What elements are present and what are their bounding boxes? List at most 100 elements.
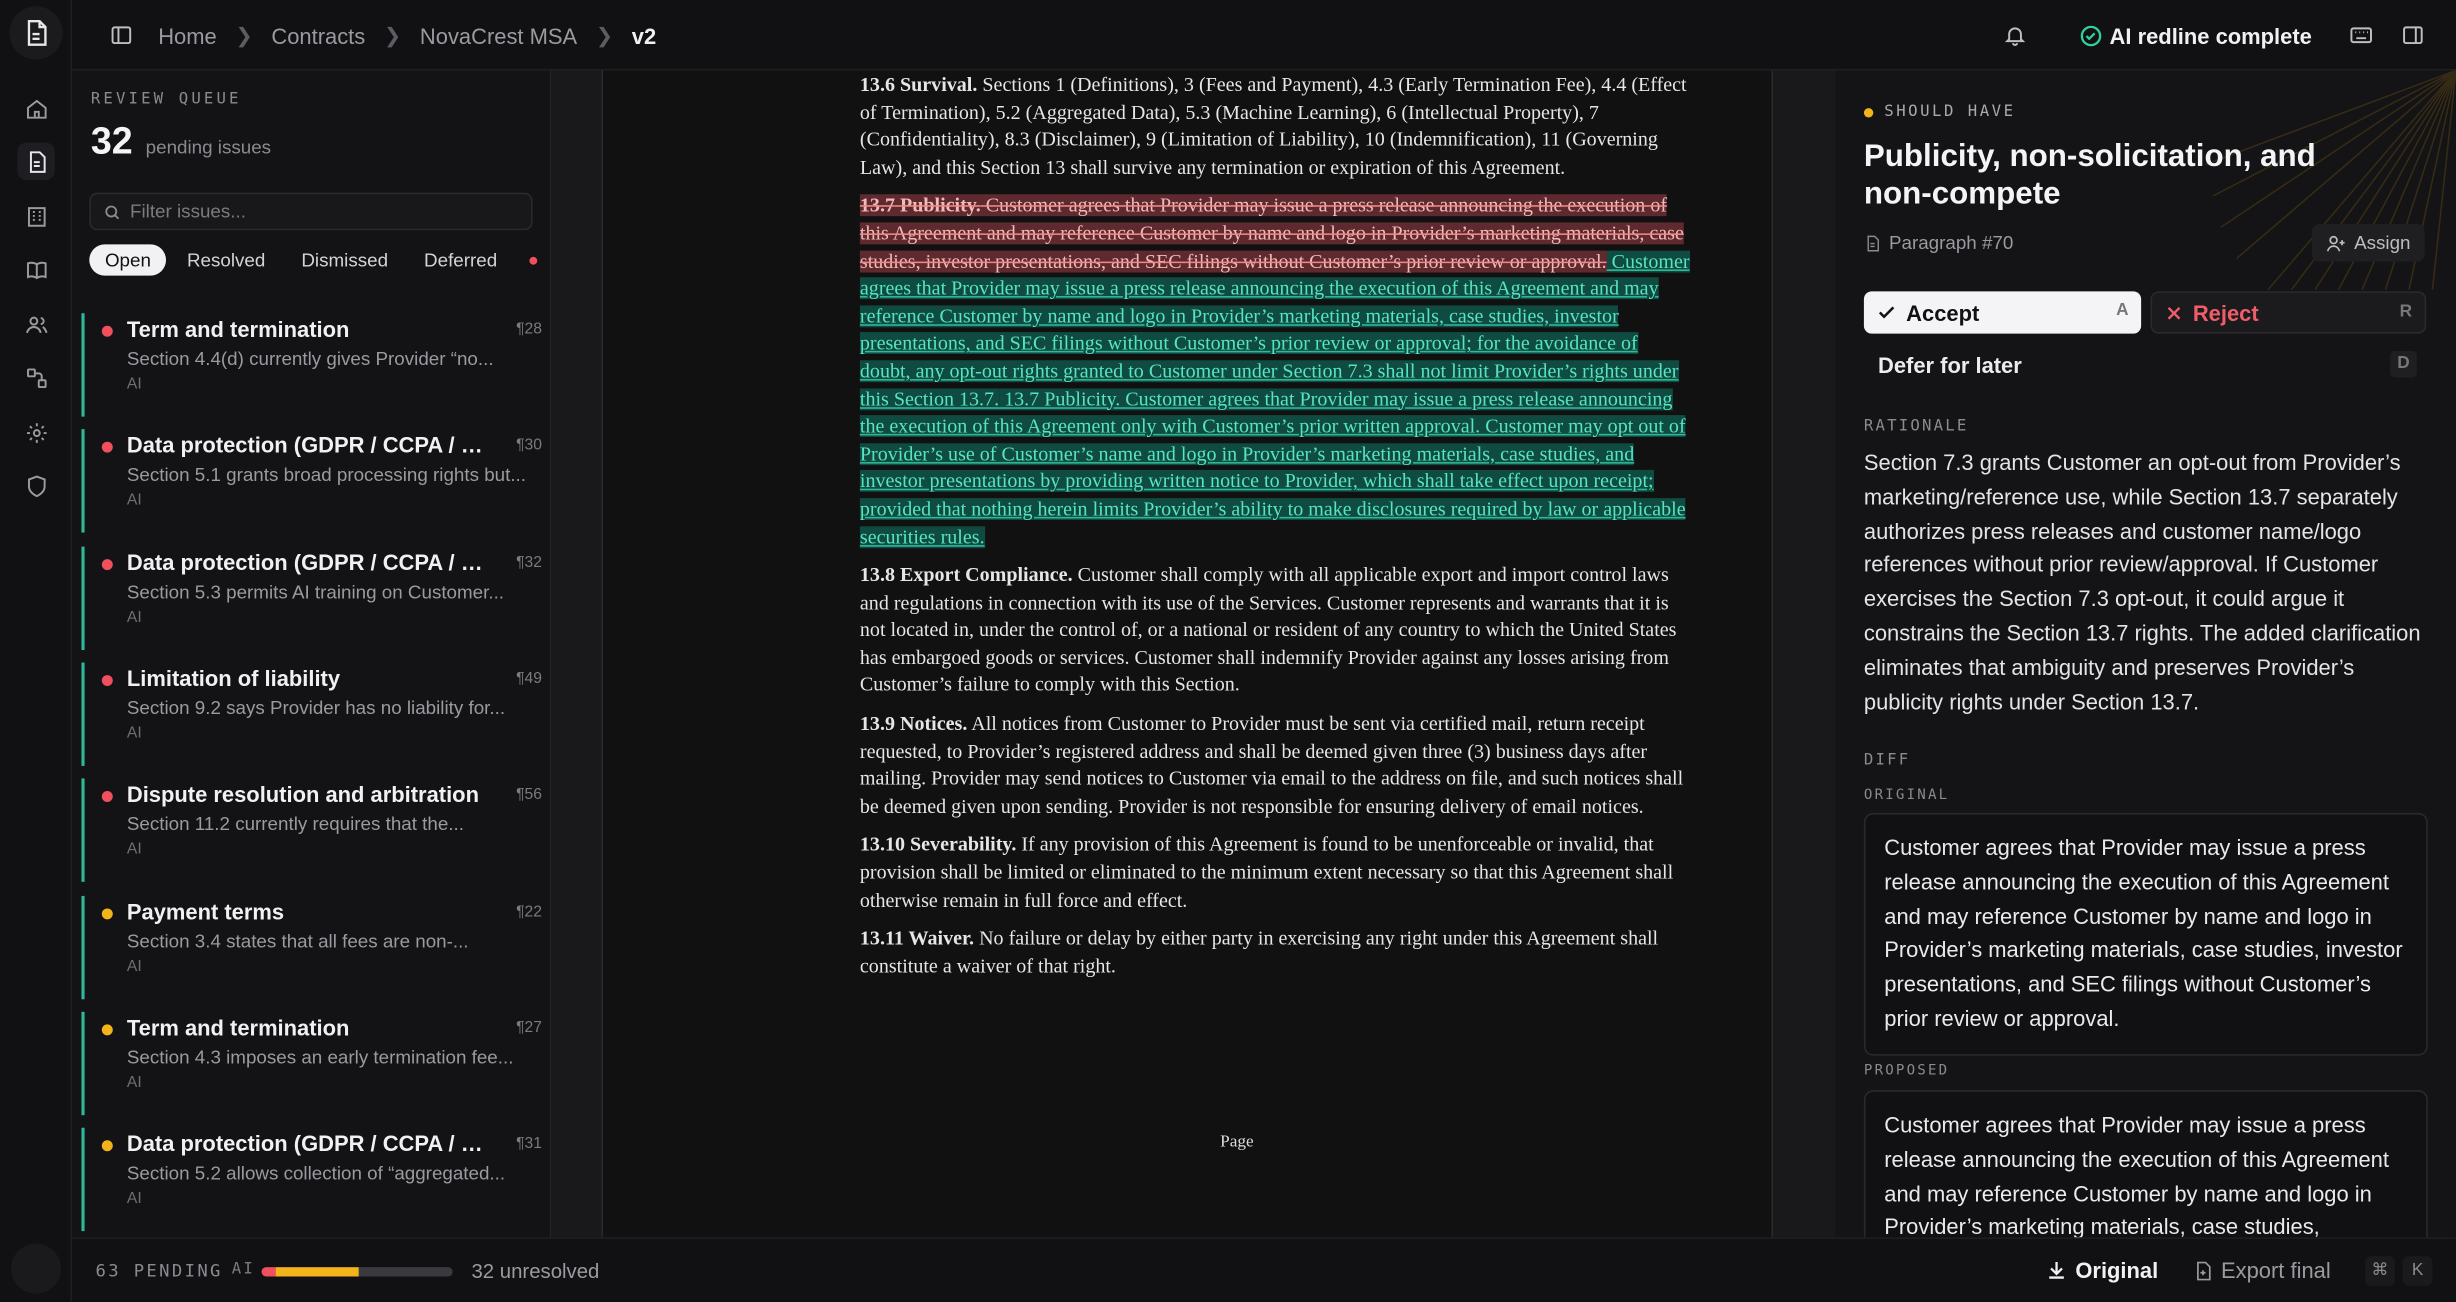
tab-dismissed[interactable]: Dismissed (286, 244, 404, 275)
issue-description: Section 3.4 states that all fees are non… (126, 930, 469, 953)
rationale-text: Section 7.3 grants Customer an opt-out f… (1863, 449, 2421, 714)
issue-title: Data protection (GDPR / CCPA / D... (126, 432, 491, 458)
issue-source-tag: AI (126, 609, 142, 627)
breadcrumb-home[interactable]: Home (158, 23, 217, 48)
bell-icon[interactable] (2003, 23, 2026, 46)
issue-title: Dispute resolution and arbitration (126, 781, 479, 807)
issue-description: Section 5.3 permits AI training on Custo… (126, 581, 505, 604)
download-icon (2046, 1259, 2068, 1281)
accept-shortcut: A (2116, 300, 2129, 320)
severity-filter-dot[interactable] (530, 256, 538, 264)
issue-source-tag: AI (126, 1074, 142, 1092)
issue-description: Section 5.2 allows collection of “aggreg… (126, 1162, 506, 1185)
nav-rail (0, 0, 73, 1302)
avatar[interactable] (10, 1243, 62, 1294)
clause-survival: 13.6 Survival. Sections 1 (Definitions),… (860, 72, 1690, 182)
clause-severability: 13.10 Severability. If any provision of … (860, 832, 1690, 915)
defer-button[interactable]: Defer for later D (1864, 345, 2426, 384)
issue-item[interactable]: Data protection (GDPR / CCPA / D... ¶30 … (81, 429, 542, 533)
settings-icon[interactable] (17, 414, 55, 452)
issue-paragraph: ¶22 (516, 903, 542, 921)
issue-description: Section 5.1 grants broad processing righ… (126, 463, 526, 486)
issue-description: Section 4.3 imposes an early termination… (126, 1046, 514, 1069)
x-icon (2165, 303, 2184, 322)
clause-heading: 13.11 Waiver. (859, 927, 975, 950)
deleted-text[interactable]: Customer agrees that Provider may issue … (859, 194, 1684, 272)
tab-open[interactable]: Open (89, 244, 167, 276)
inserted-text[interactable]: 13.7 Publicity. Customer agrees that Pro… (859, 387, 1686, 548)
clause-publicity[interactable]: 13.7 Publicity. Customer agrees that Pro… (859, 193, 1690, 551)
sidebar-toggle-icon[interactable] (110, 23, 133, 46)
tab-deferred[interactable]: Deferred (408, 244, 512, 275)
accept-button[interactable]: Accept A (1863, 291, 2142, 334)
original-download-button[interactable]: Original (2046, 1258, 2158, 1283)
severity-dot (101, 1140, 113, 1152)
command-key: ⌘ (2365, 1256, 2395, 1286)
assign-button[interactable]: Assign (2311, 223, 2425, 262)
top-bar: Home ❯ Contracts ❯ NovaCrest MSA ❯ v2 AI… (72, 0, 2456, 71)
keyboard-icon[interactable] (2349, 23, 2372, 46)
paragraph-reference[interactable]: Paragraph #70 (1864, 232, 2013, 254)
unresolved-count: 32 unresolved (471, 1259, 600, 1283)
book-icon[interactable] (17, 251, 55, 289)
page-label: Page (1220, 1132, 1254, 1152)
issue-description: Section 11.2 currently requires that the… (126, 812, 464, 835)
chevron-right-icon: ❯ (235, 22, 253, 47)
original-text-box: Customer agrees that Provider may issue … (1863, 812, 2428, 1056)
search-icon (103, 203, 120, 220)
issue-paragraph: ¶27 (516, 1019, 542, 1037)
breadcrumb-version[interactable]: v2 (632, 23, 656, 48)
review-queue-label: REVIEW QUEUE (90, 90, 242, 109)
issue-source-tag: AI (126, 375, 142, 394)
original-label: ORIGINAL (1863, 787, 1950, 804)
check-icon (1876, 302, 1896, 322)
clause-notices: 13.9 Notices. All notices from Customer … (860, 711, 1690, 821)
clause-waiver: 13.11 Waiver. No failure or delay by eit… (860, 926, 1690, 981)
issue-source-tag: AI (126, 491, 142, 510)
document-body: 13.6 Survival. Sections 1 (Definitions),… (859, 72, 1690, 992)
severity-dot (101, 790, 113, 802)
clause-heading: 13.9 Notices. (859, 712, 968, 735)
severity-dot (101, 325, 113, 337)
filter-box (89, 192, 533, 231)
issue-detail-title: Publicity, non-solicitation, and non-com… (1863, 139, 2316, 212)
issue-item[interactable]: Payment terms ¶22 Section 3.4 states tha… (81, 895, 542, 1000)
filter-input[interactable] (130, 200, 506, 223)
building-icon[interactable] (17, 197, 55, 235)
app-logo-icon[interactable] (9, 6, 63, 60)
issue-paragraph: ¶31 (516, 1135, 542, 1153)
reject-button[interactable]: Reject R (2150, 291, 2427, 334)
clause-heading: 13.8 Export Compliance. (859, 564, 1073, 586)
issue-item[interactable]: Data protection (GDPR / CCPA / D... ¶32 … (81, 546, 542, 651)
clause-text: No failure or delay by either party in e… (859, 927, 1659, 978)
reject-label: Reject (2192, 299, 2259, 326)
issue-paragraph: ¶32 (516, 554, 542, 572)
issue-item[interactable]: Term and termination ¶27 Section 4.3 imp… (81, 1011, 542, 1116)
tab-resolved[interactable]: Resolved (171, 244, 281, 275)
clause-text: Sections 1 (Definitions), 3 (Fees and Pa… (859, 73, 1687, 179)
severity-dot (101, 441, 113, 453)
defer-shortcut: D (2390, 350, 2417, 378)
breadcrumb-contracts[interactable]: Contracts (271, 23, 365, 48)
issue-description: Section 9.2 says Provider has no liabili… (126, 697, 506, 719)
issue-item[interactable]: Term and termination ¶28 Section 4.4(d) … (81, 313, 542, 417)
export-final-button[interactable]: Export final (2187, 1251, 2344, 1289)
home-icon[interactable] (17, 89, 55, 127)
issue-source-tag: AI (126, 841, 142, 859)
workflow-icon[interactable] (17, 359, 55, 397)
severity-dot (101, 675, 113, 687)
documents-icon[interactable] (17, 142, 55, 181)
issue-item[interactable]: Limitation of liability ¶49 Section 9.2 … (81, 662, 542, 766)
issue-item[interactable]: Dispute resolution and arbitration ¶56 S… (81, 778, 542, 882)
progress-segment-must (261, 1267, 275, 1277)
severity-dot (101, 1024, 113, 1036)
users-icon[interactable] (17, 305, 55, 343)
defer-label: Defer for later (1877, 351, 2022, 377)
breadcrumb-contract[interactable]: NovaCrest MSA (420, 23, 577, 48)
shield-icon[interactable] (17, 467, 55, 505)
issue-item[interactable]: Data protection (GDPR / CCPA / D... ¶31 … (81, 1127, 542, 1232)
panel-toggle-icon[interactable] (2401, 23, 2424, 46)
inserted-text[interactable]: Customer agrees that Provider may issue … (859, 249, 1690, 410)
priority-dot (1863, 107, 1874, 117)
clause-heading: 13.10 Severability. (859, 833, 1017, 856)
